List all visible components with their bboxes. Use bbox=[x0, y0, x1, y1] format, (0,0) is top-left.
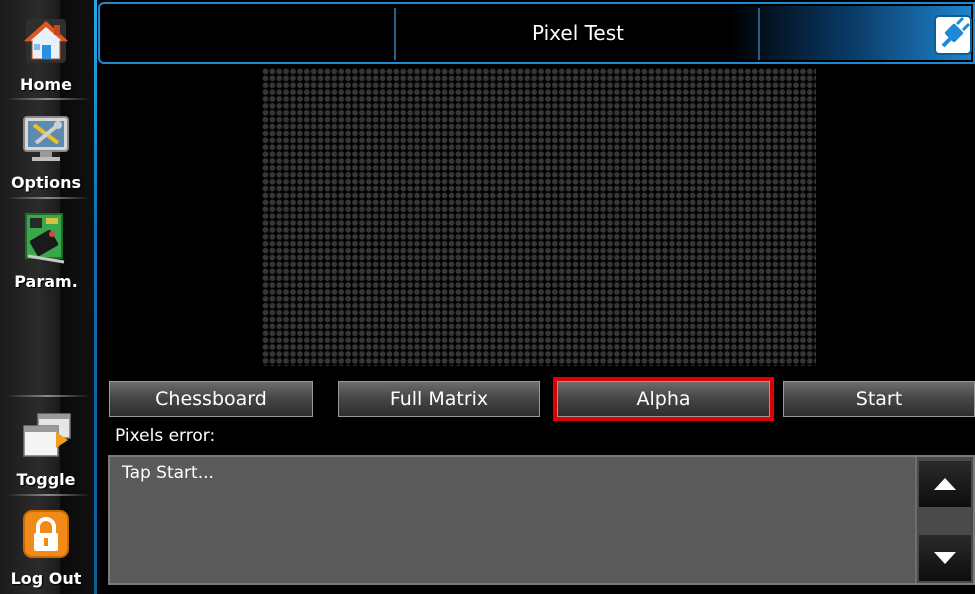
full-matrix-button[interactable]: Full Matrix bbox=[338, 381, 540, 417]
pixels-error-log[interactable]: Tap Start... bbox=[108, 455, 975, 585]
home-icon bbox=[24, 19, 68, 63]
alpha-button[interactable]: Alpha bbox=[553, 377, 774, 421]
start-button[interactable]: Start bbox=[783, 381, 975, 417]
sidebar-item-logout[interactable]: Log Out bbox=[0, 496, 92, 592]
sidebar-item-toggle[interactable]: Toggle bbox=[0, 397, 92, 493]
toggle-windows-icon bbox=[23, 413, 71, 457]
scroll-up-button[interactable] bbox=[919, 461, 971, 507]
plug-exit-icon[interactable] bbox=[933, 12, 973, 58]
scrollbar[interactable] bbox=[915, 457, 973, 583]
sidebar-item-label: Log Out bbox=[10, 569, 82, 588]
title-divider bbox=[758, 8, 760, 60]
tools-icon bbox=[23, 116, 69, 161]
scroll-down-button[interactable] bbox=[919, 535, 971, 581]
sidebar-item-label: Home bbox=[20, 75, 72, 94]
pixels-error-text: Tap Start... bbox=[122, 463, 214, 483]
sidebar-item-options[interactable]: Options bbox=[0, 100, 92, 196]
pixel-dot-matrix bbox=[262, 68, 816, 366]
sidebar-item-label: Param. bbox=[14, 272, 78, 291]
sidebar-item-home[interactable]: Home bbox=[0, 2, 92, 98]
arrow-up-icon bbox=[934, 478, 956, 490]
title-bar: Pixel Test bbox=[98, 2, 975, 64]
sidebar-item-label: Options bbox=[10, 173, 82, 192]
sidebar-edge bbox=[94, 0, 97, 594]
sidebar-item-param[interactable]: Param. bbox=[0, 199, 92, 295]
circuit-board-icon bbox=[25, 213, 65, 264]
sidebar-item-label: Toggle bbox=[16, 470, 76, 489]
page-title: Pixel Test bbox=[531, 21, 624, 45]
chessboard-button[interactable]: Chessboard bbox=[109, 381, 313, 417]
pixels-error-label: Pixels error: bbox=[115, 426, 216, 446]
lock-icon bbox=[23, 510, 69, 558]
sidebar: Home Options Param. Toggle Log Out bbox=[0, 0, 96, 594]
arrow-down-icon bbox=[934, 552, 956, 564]
